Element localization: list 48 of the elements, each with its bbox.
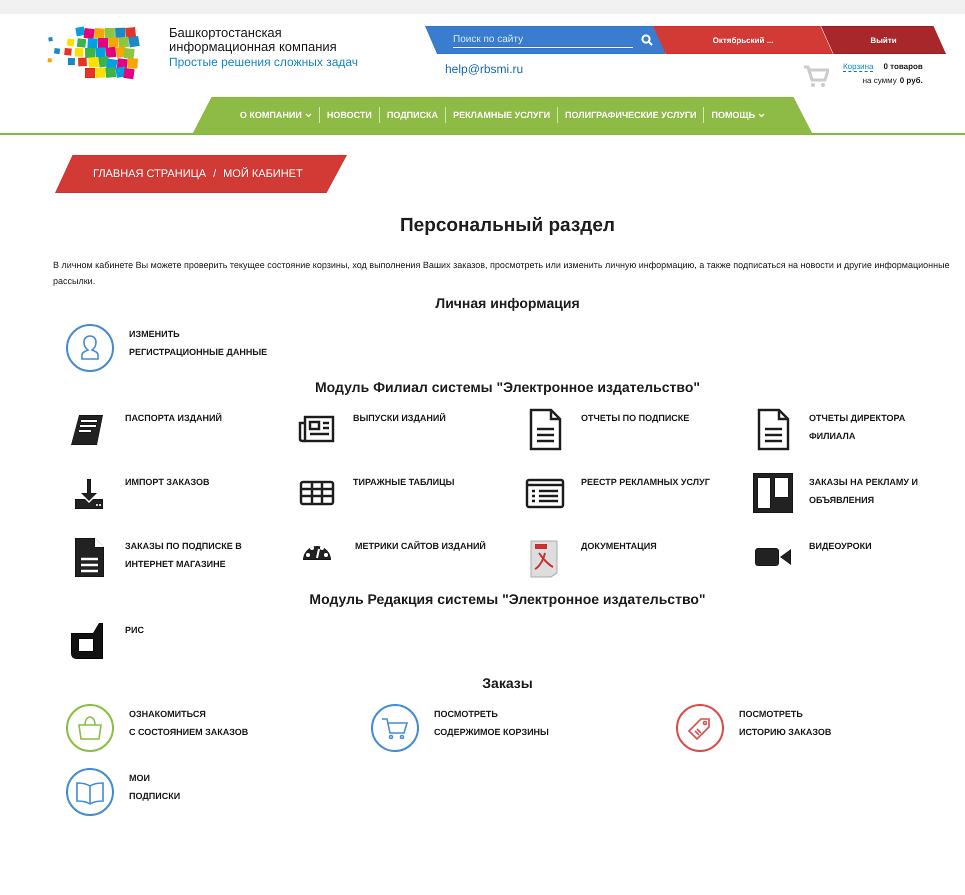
section-title: Модуль Редакция системы "Электронное издательство" [308, 591, 707, 607]
menu-link[interactable]: ОТЧЕТЫ ПО ПОДПИСКЕ [581, 407, 690, 427]
logout-button[interactable]: Выйти [821, 26, 946, 54]
page-title: Персональный раздел [398, 215, 616, 237]
menu-link[interactable]: РИС [125, 619, 144, 639]
cart-sum: 0 руб. [900, 76, 923, 85]
menu-link[interactable]: ЗАКАЗЫ ПО ПОДПИСКЕ В ИНТЕРНЕТ МАГАЗИНЕ [125, 535, 242, 573]
chevron-down-icon [304, 112, 312, 118]
cart-icon [370, 703, 420, 753]
email-link[interactable]: help@rbsmi.ru [425, 62, 803, 76]
section-title: Модуль Филиал системы "Электронное издательство" [314, 379, 702, 395]
breadcrumb-separator: / [213, 168, 216, 180]
user-icon [65, 323, 115, 373]
gauge-icon [302, 545, 332, 561]
cart-link[interactable]: Корзина [843, 62, 874, 72]
menu-link[interactable]: ПАСПОРТА ИЗДАНИЙ [125, 407, 222, 427]
menu-link[interactable]: ОТЧЕТЫ ДИРЕКТОРА ФИЛИАЛА [809, 407, 906, 445]
cart-sum-label: на сумму [862, 76, 897, 85]
menu-link[interactable]: ОЗНАКОМИТЬСЯ С СОСТОЯНИЕМ ЗАКАЗОВ [129, 703, 248, 741]
company-name: Башкортостанская информационная компания [169, 26, 338, 54]
intro-text: В личном кабинете Вы можете проверить текущее состояние корзины, ход выполнения Ваших заказов, просмотреть или изменить личную информацию, а также подписаться на новости и другие информационные рассылки. [53, 259, 950, 288]
menu-link[interactable]: ДОКУМЕНТАЦИЯ [581, 535, 657, 555]
search-icon[interactable] [641, 34, 653, 46]
breadcrumb-link[interactable]: МОЙ КАБИНЕТ [223, 168, 303, 180]
menu-link[interactable]: ПОСМОТРЕТЬ ИСТОРИЮ ЗАКАЗОВ [739, 703, 832, 741]
company-logo[interactable] [45, 26, 141, 80]
section-title: Личная информация [434, 295, 581, 311]
menu-link[interactable]: РЕЕСТР РЕКЛАМНЫХ УСЛУГ [581, 471, 710, 491]
menu-link[interactable]: МОИ ПОДПИСКИ [129, 767, 180, 805]
menu-link[interactable]: МЕТРИКИ САЙТОВ ИЗДАНИЙ [355, 535, 486, 555]
chevron-down-icon [758, 112, 766, 118]
slogan: Простые решения сложных задач [169, 55, 358, 69]
book-icon [65, 767, 115, 817]
menu-link[interactable]: ПОСМОТРЕТЬ СОДЕРЖИМОЕ КОРЗИНЫ [434, 703, 549, 741]
menu-link[interactable]: ВЫПУСКИ ИЗДАНИЙ [353, 407, 446, 427]
section-title: Заказы [481, 675, 534, 691]
cart-count: 0 товаров [883, 62, 923, 72]
menu-link[interactable]: ИЗМЕНИТЬ РЕГИСТРАЦИОННЫЕ ДАННЫЕ [129, 323, 268, 361]
search-field[interactable]: Поиск по сайту [425, 26, 665, 54]
tag-icon [675, 703, 725, 753]
user-button[interactable]: Октябрьский ... [653, 26, 833, 54]
columns-icon [751, 471, 795, 515]
menu-link[interactable]: ЗАКАЗЫ НА РЕКЛАМУ И ОБЪЯВЛЕНИЯ [809, 471, 918, 509]
breadcrumb-link[interactable]: ГЛАВНАЯ СТРАНИЦА [93, 168, 206, 180]
bag-icon [65, 703, 115, 753]
menu-link[interactable]: ТИРАЖНЫЕ ТАБЛИЦЫ [353, 471, 454, 491]
menu-link[interactable]: ИМПОРТ ЗАКАЗОВ [125, 471, 210, 491]
menu-link[interactable]: ВИДЕОУРОКИ [809, 535, 872, 555]
